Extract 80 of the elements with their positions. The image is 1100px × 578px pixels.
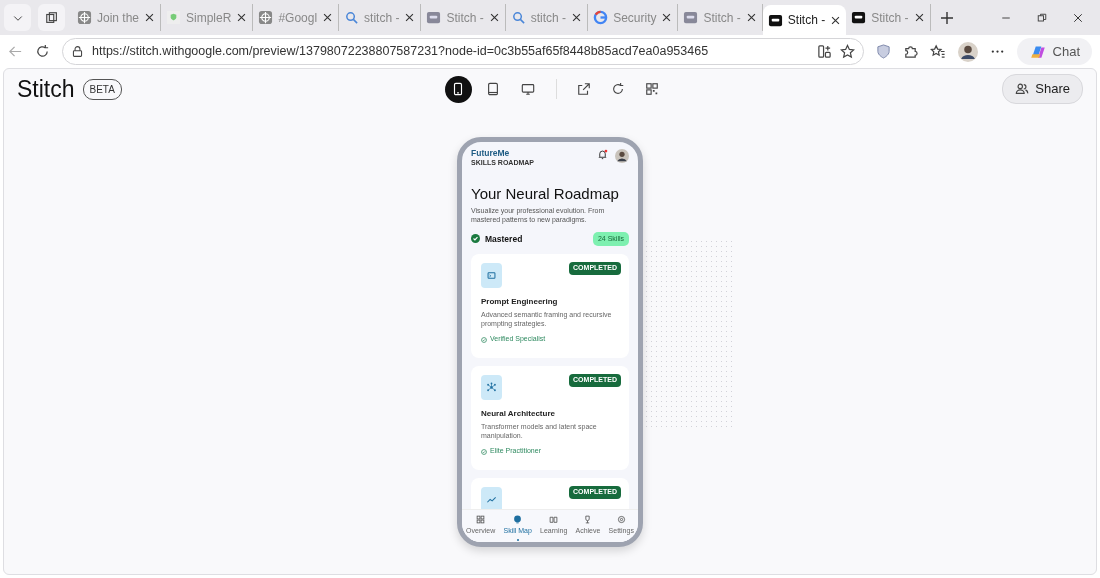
star-icon[interactable] — [839, 44, 855, 59]
browser-tab[interactable]: stitch - — [505, 4, 589, 31]
tab-title: #Googl — [278, 9, 318, 27]
search-icon — [510, 10, 526, 25]
split-screen-icon[interactable] — [816, 44, 832, 59]
tab-title: Join the — [97, 9, 140, 27]
refresh-icon[interactable] — [35, 44, 50, 59]
browser-tab[interactable]: stitch - — [339, 4, 422, 31]
close-icon[interactable] — [488, 12, 500, 23]
check-circle-icon — [481, 448, 487, 455]
external-link-icon[interactable] — [576, 82, 591, 96]
puzzle-icon[interactable] — [902, 44, 918, 59]
window-icon — [426, 10, 442, 25]
chat-button[interactable]: Chat — [1016, 37, 1092, 66]
close-icon[interactable] — [913, 12, 925, 23]
page-heading: Your Neural Roadmap — [471, 186, 620, 203]
tab-title: Security — [613, 9, 657, 27]
shield-icon[interactable] — [875, 44, 891, 59]
grid-icon — [476, 515, 486, 524]
browser-tab[interactable]: SimpleR — [161, 4, 254, 31]
stitch-icon — [851, 10, 867, 25]
section-title: Mastered — [485, 232, 524, 246]
browser-tab[interactable]: #Googl — [253, 4, 340, 31]
network-icon — [486, 382, 497, 394]
skill-title: Prompt Engineering — [481, 296, 559, 309]
close-icon[interactable] — [144, 12, 156, 23]
close-icon[interactable] — [322, 12, 334, 23]
check-circle-icon — [471, 234, 480, 244]
browser-tab[interactable]: Stitch - — [846, 4, 931, 31]
close-icon[interactable] — [1072, 11, 1084, 24]
app-logo: Stitch — [17, 74, 75, 104]
stitch-icon — [767, 12, 783, 28]
close-icon[interactable] — [830, 14, 842, 26]
close-icon[interactable] — [404, 12, 416, 23]
lock-icon — [71, 45, 84, 58]
stacked-squares-icon — [44, 10, 59, 25]
tab-title: SimpleR — [186, 9, 232, 27]
book-icon — [549, 515, 559, 524]
close-icon[interactable] — [745, 12, 757, 23]
phone-view-button[interactable] — [444, 75, 472, 103]
browser-tab[interactable]: Join the — [72, 4, 162, 31]
browser-tab[interactable]: Stitch - — [421, 4, 506, 31]
workspaces-button[interactable] — [38, 4, 65, 31]
browser-tab[interactable]: Stitch - — [678, 4, 763, 31]
people-icon — [1015, 82, 1030, 96]
window-icon — [683, 10, 699, 25]
skill-title: Neural Architecture — [481, 408, 556, 421]
avatar-icon[interactable] — [615, 149, 629, 163]
globe-icon — [77, 10, 92, 25]
search-icon — [344, 10, 360, 25]
avatar-icon[interactable] — [957, 41, 978, 62]
tab-title: stitch - — [530, 9, 567, 27]
bell-icon[interactable] — [597, 149, 608, 160]
monitor-icon — [521, 82, 536, 96]
tab-title: Stitch - — [871, 9, 909, 27]
restore-icon[interactable] — [1036, 11, 1048, 24]
favorites-icon[interactable] — [929, 44, 946, 59]
new-tab-icon[interactable] — [938, 9, 955, 26]
terminal-icon — [486, 270, 497, 282]
qr-code-icon[interactable] — [644, 82, 659, 96]
beta-label: BETA — [82, 78, 122, 100]
browser-tab[interactable]: Stitch - — [762, 5, 847, 35]
tab-title: Stitch - — [787, 12, 826, 29]
share-button[interactable]: Share — [1002, 74, 1083, 104]
browser-tab[interactable]: Security — [588, 4, 679, 31]
check-circle-icon — [481, 336, 487, 343]
close-icon[interactable] — [661, 12, 673, 23]
globe-icon — [258, 10, 274, 25]
refresh-icon[interactable] — [610, 82, 625, 96]
url-text: https://stitch.withgoogle.com/preview/13798072238807587231?node-id=0c3b55af65f8448b85acd7ea0a953465 — [92, 43, 710, 61]
shield-icon — [166, 10, 182, 25]
trophy-icon — [583, 515, 593, 524]
tablet-icon — [486, 82, 501, 96]
close-icon[interactable] — [236, 12, 248, 23]
brand-name: FutureMe — [471, 149, 511, 158]
tab-title: Stitch - — [703, 9, 741, 27]
tab-title: stitch - — [364, 9, 400, 27]
close-icon[interactable] — [571, 12, 583, 23]
settings-icon — [616, 515, 626, 524]
tab-title: Stitch - — [446, 9, 484, 27]
